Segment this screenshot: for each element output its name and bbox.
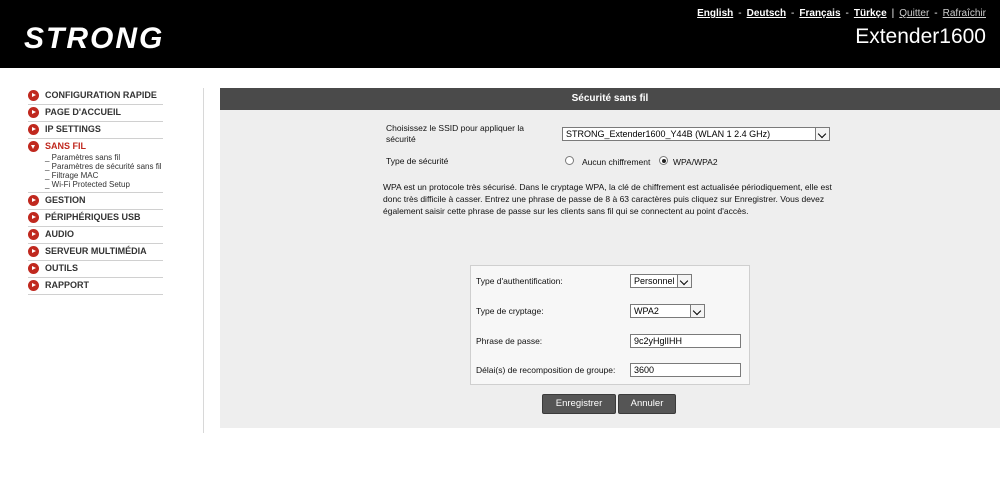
ssid-select[interactable]: STRONG_Extender1600_Y44B (WLAN 1 2.4 GHz…: [562, 127, 830, 141]
arrow-down-icon: [28, 141, 39, 152]
sidebar-item-outils[interactable]: OUTILS: [28, 261, 163, 278]
sidebar-item-serveur-multimedia[interactable]: SERVEUR MULTIMÉDIA: [28, 244, 163, 261]
submenu-wps[interactable]: _ Wi-Fi Protected Setup: [45, 180, 163, 189]
wpa-description: WPA est un protocole très sécurisé. Dans…: [383, 182, 832, 216]
crypt-type-label: Type de cryptage:: [476, 306, 544, 316]
save-button[interactable]: Enregistrer: [542, 394, 616, 414]
arrow-right-icon: [28, 107, 39, 118]
lang-turkce[interactable]: Türkçe: [854, 8, 887, 19]
security-type-label: Type de sécurité: [386, 156, 449, 166]
arrow-right-icon: [28, 229, 39, 240]
sidebar-item-page-accueil[interactable]: PAGE D'ACCUEIL: [28, 105, 163, 122]
chevron-down-icon: [815, 128, 829, 140]
sidebar-item-label: PAGE D'ACCUEIL: [45, 107, 121, 117]
submenu-parametres-sans-fil[interactable]: _ Paramètres sans fil: [45, 153, 163, 162]
arrow-right-icon: [28, 195, 39, 206]
arrow-right-icon: [28, 246, 39, 257]
lang-english[interactable]: English: [697, 8, 733, 19]
sidebar-nav: CONFIGURATION RAPIDE PAGE D'ACCUEIL IP S…: [28, 88, 163, 295]
arrow-right-icon: [28, 124, 39, 135]
sidebar-item-label: GESTION: [45, 195, 86, 205]
quit-link[interactable]: Quitter: [899, 8, 929, 19]
sidebar-item-label: RAPPORT: [45, 280, 90, 290]
rekey-label: Délai(s) de recomposition de groupe:: [476, 365, 616, 375]
arrow-right-icon: [28, 90, 39, 101]
radio-wpa-wpa2[interactable]: [659, 156, 668, 165]
language-bar: English - Deutsch - Français - Türkçe | Quitter -…: [697, 8, 986, 19]
auth-type-label: Type d'authentification:: [476, 276, 563, 286]
chevron-down-icon: [690, 305, 704, 317]
crypt-type-select[interactable]: WPA2: [630, 304, 705, 318]
auth-type-select[interactable]: Personnel: [630, 274, 692, 288]
sidebar-divider: [203, 88, 204, 433]
sidebar-item-peripheriques-usb[interactable]: PÉRIPHÉRIQUES USB: [28, 210, 163, 227]
arrow-right-icon: [28, 280, 39, 291]
passphrase-input[interactable]: 9c2yHglIHH: [630, 334, 741, 348]
sidebar-item-ip-settings[interactable]: IP SETTINGS: [28, 122, 163, 139]
passphrase-label: Phrase de passe:: [476, 336, 543, 346]
sidebar-item-rapport[interactable]: RAPPORT: [28, 278, 163, 295]
chevron-down-icon: [677, 275, 691, 287]
submenu-filtrage-mac[interactable]: _ Filtrage MAC: [45, 171, 163, 180]
content-panel: Sécurité sans fil Choisissez le SSID pou…: [220, 88, 1000, 428]
ssid-label: Choisissez le SSID pour appliquer la séc…: [386, 123, 524, 144]
sidebar-item-label: PÉRIPHÉRIQUES USB: [45, 212, 141, 222]
sidebar-item-configuration-rapide[interactable]: CONFIGURATION RAPIDE: [28, 88, 163, 105]
arrow-right-icon: [28, 212, 39, 223]
sidebar-item-audio[interactable]: AUDIO: [28, 227, 163, 244]
submenu-parametres-securite[interactable]: _ Paramètres de sécurité sans fil: [45, 162, 163, 171]
sidebar-item-label: SERVEUR MULTIMÉDIA: [45, 246, 147, 256]
cancel-button[interactable]: Annuler: [618, 394, 676, 414]
strong-logo: STRONG: [24, 22, 164, 55]
lang-francais[interactable]: Français: [799, 8, 840, 19]
radio-wpa-wpa2-label: WPA/WPA2: [673, 157, 718, 167]
sidebar-item-label: IP SETTINGS: [45, 124, 101, 134]
refresh-link[interactable]: Rafraîchir: [943, 8, 986, 19]
logo-text: STRONG: [24, 22, 164, 55]
auth-settings-panel: Type d'authentification: Personnel Type …: [470, 265, 750, 385]
page-title: Sécurité sans fil: [220, 88, 1000, 110]
radio-no-encryption-label: Aucun chiffrement: [582, 157, 651, 167]
sidebar-item-label: CONFIGURATION RAPIDE: [45, 90, 157, 100]
sidebar-item-gestion[interactable]: GESTION: [28, 193, 163, 210]
sidebar-item-label: OUTILS: [45, 263, 78, 273]
sidebar-item-label: AUDIO: [45, 229, 74, 239]
sidebar-item-sans-fil[interactable]: SANS FIL _ Paramètres sans fil _ Paramèt…: [28, 139, 163, 193]
radio-no-encryption[interactable]: [565, 156, 574, 165]
sans-fil-submenu: _ Paramètres sans fil _ Paramètres de sé…: [28, 153, 163, 189]
header-bar: STRONG English - Deutsch - Français - Türkçe | Q…: [0, 0, 1000, 68]
model-name: Extender1600: [855, 25, 986, 48]
rekey-input[interactable]: 3600: [630, 363, 741, 377]
arrow-right-icon: [28, 263, 39, 274]
lang-deutsch[interactable]: Deutsch: [747, 8, 786, 19]
sidebar-item-label: SANS FIL: [45, 141, 87, 151]
